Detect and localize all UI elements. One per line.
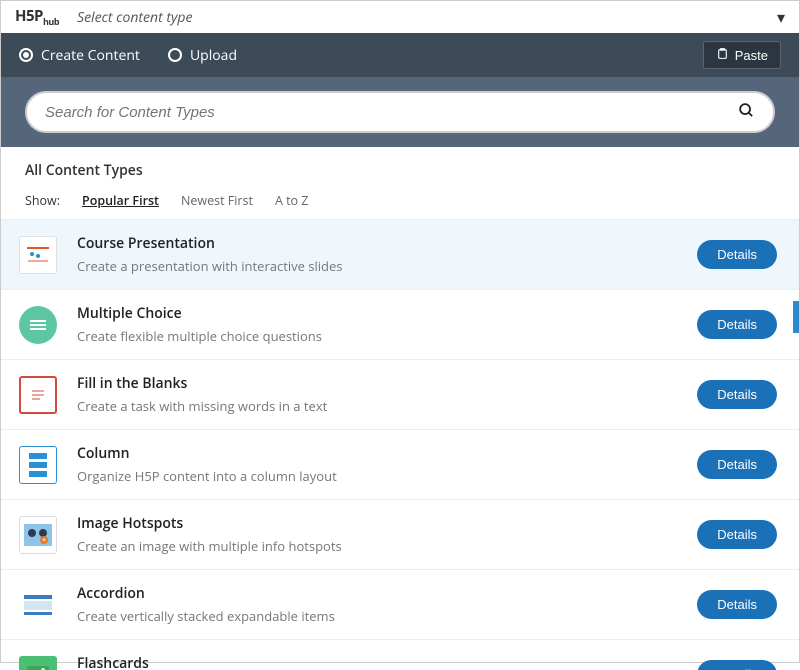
row-desc: Create a presentation with interactive s… (77, 257, 697, 275)
row-title: Course Presentation (77, 234, 697, 253)
filter-bar: All Content Types Show: Popular First Ne… (1, 147, 799, 220)
list-item[interactable]: Accordion Create vertically stacked expa… (1, 570, 799, 640)
radio-create-content[interactable]: Create Content (19, 46, 140, 65)
list-item[interactable]: Fill in the Blanks Create a task with mi… (1, 360, 799, 430)
radio-dot-icon (168, 48, 182, 62)
row-desc: Organize H5P content into a column layou… (77, 467, 697, 485)
list-item[interactable]: + Image Hotspots Create an image with mu… (1, 500, 799, 570)
row-title: Flashcards (77, 654, 697, 670)
row-text: Column Organize H5P content into a colum… (77, 444, 697, 485)
row-desc: Create an image with multiple info hotsp… (77, 537, 697, 555)
row-text: Image Hotspots Create an image with mult… (77, 514, 697, 555)
search-input[interactable] (45, 104, 738, 121)
side-handle-icon[interactable] (793, 301, 799, 333)
fill-blanks-icon (19, 376, 57, 414)
paste-button[interactable]: Paste (703, 41, 781, 69)
paste-label: Paste (735, 48, 768, 63)
filter-a-to-z[interactable]: A to Z (275, 192, 309, 209)
filter-show-label: Show: (25, 192, 60, 209)
details-button[interactable]: Details (697, 450, 777, 479)
filter-newest-first[interactable]: Newest First (181, 192, 253, 209)
details-button[interactable]: Details (697, 590, 777, 619)
hub-logo: H5Phub (15, 6, 59, 28)
image-hotspots-icon: + (19, 516, 57, 554)
content-type-list[interactable]: Course Presentation Create a presentatio… (1, 220, 799, 670)
radio-label: Upload (190, 46, 237, 65)
details-button[interactable]: Details (697, 240, 777, 269)
radio-dot-icon (19, 48, 33, 62)
filter-row: Show: Popular First Newest First A to Z (25, 192, 775, 209)
mode-radio-group: Create Content Upload (19, 46, 237, 65)
list-item[interactable]: Column Organize H5P content into a colum… (1, 430, 799, 500)
column-icon (19, 446, 57, 484)
details-button[interactable]: Details (697, 660, 777, 670)
multiple-choice-icon (19, 306, 57, 344)
search-icon[interactable] (738, 101, 755, 124)
search-field[interactable] (25, 91, 775, 133)
hub-title: Select content type (77, 8, 192, 27)
row-desc: Create flexible multiple choice question… (77, 327, 697, 345)
row-text: Multiple Choice Create flexible multiple… (77, 304, 697, 345)
row-desc: Create vertically stacked expandable ite… (77, 607, 697, 625)
logo-text: H5P (15, 6, 43, 26)
list-item[interactable]: Multiple Choice Create flexible multiple… (1, 290, 799, 360)
clipboard-icon (716, 47, 729, 63)
row-desc: Create a task with missing words in a te… (77, 397, 697, 415)
logo-sub: hub (43, 15, 59, 28)
row-title: Column (77, 444, 697, 463)
svg-text:+: + (42, 535, 47, 546)
details-button[interactable]: Details (697, 520, 777, 549)
chevron-down-icon[interactable]: ▾ (777, 6, 785, 28)
row-text: Fill in the Blanks Create a task with mi… (77, 374, 697, 415)
hub-header: H5Phub Select content type ▾ (1, 1, 799, 33)
list-item[interactable]: Flashcards Create stylish and modern fla… (1, 640, 799, 670)
list-item[interactable]: Course Presentation Create a presentatio… (1, 220, 799, 290)
row-title: Accordion (77, 584, 697, 603)
filter-heading: All Content Types (25, 161, 775, 180)
radio-upload[interactable]: Upload (168, 46, 237, 65)
row-title: Multiple Choice (77, 304, 697, 323)
details-button[interactable]: Details (697, 380, 777, 409)
search-bar (1, 77, 799, 147)
course-presentation-icon (19, 236, 57, 274)
radio-label: Create Content (41, 46, 140, 65)
row-text: Course Presentation Create a presentatio… (77, 234, 697, 275)
row-title: Fill in the Blanks (77, 374, 697, 393)
filter-popular-first[interactable]: Popular First (82, 192, 159, 209)
row-title: Image Hotspots (77, 514, 697, 533)
accordion-icon (19, 586, 57, 624)
row-text: Accordion Create vertically stacked expa… (77, 584, 697, 625)
row-text: Flashcards Create stylish and modern fla… (77, 654, 697, 670)
details-button[interactable]: Details (697, 310, 777, 339)
mode-toolbar: Create Content Upload Paste (1, 33, 799, 77)
